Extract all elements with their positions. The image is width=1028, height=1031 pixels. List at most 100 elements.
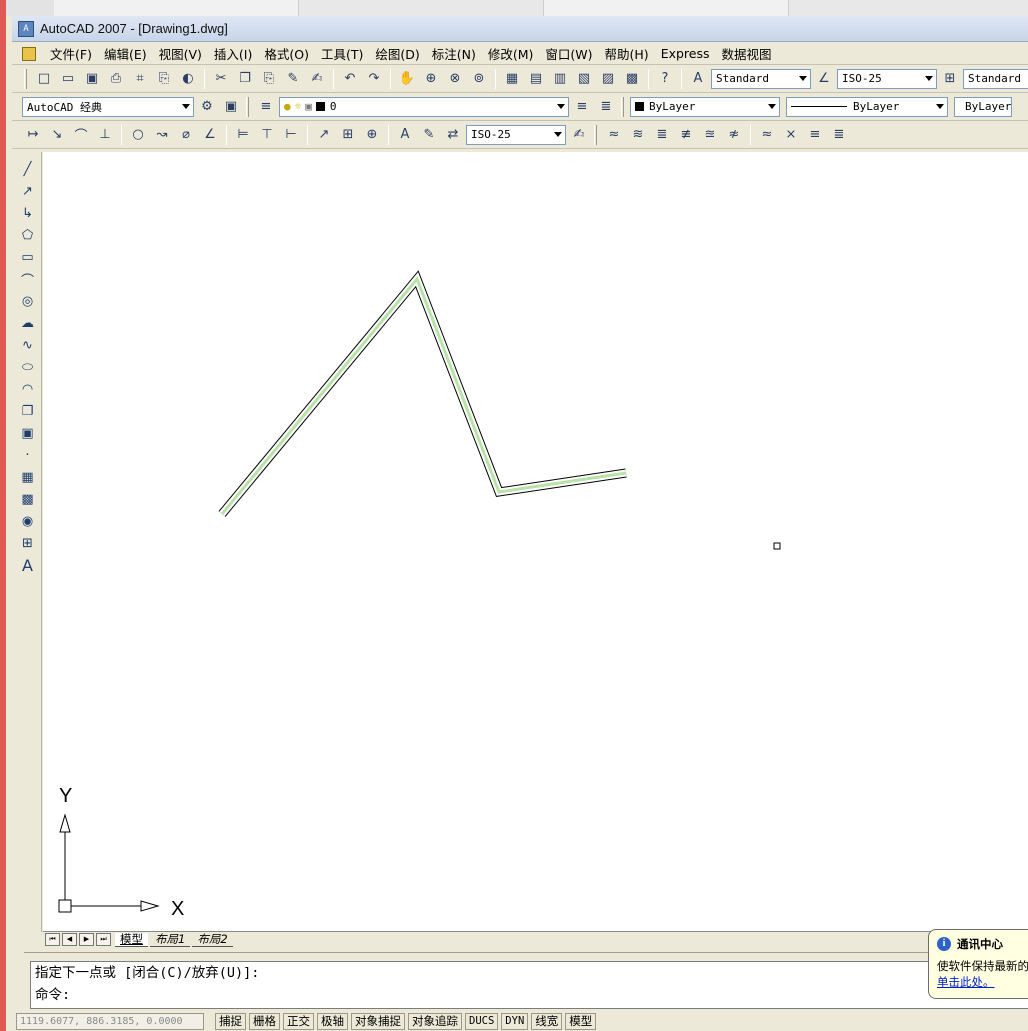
menu-insert[interactable]: 插入(I) — [208, 44, 258, 63]
layer-select[interactable]: ● ☼ ▣ 0 — [279, 96, 569, 117]
spline-icon[interactable]: ∿ — [16, 334, 40, 356]
ortho-toggle[interactable]: 正交 — [283, 1013, 314, 1030]
polygon-icon[interactable]: ⬠ — [16, 224, 40, 246]
layer-off-icon[interactable]: ≊ — [699, 124, 721, 146]
markup-set-icon[interactable]: ▨ — [597, 68, 619, 90]
3d-dwf-icon[interactable]: ◐ — [177, 68, 199, 90]
otrack-toggle[interactable]: 对象追踪 — [408, 1013, 462, 1030]
dimension-update-icon[interactable]: ⇄ — [442, 124, 464, 146]
line-icon[interactable]: ╱ — [16, 158, 40, 180]
angular-dimension-icon[interactable]: ∠ — [199, 124, 221, 146]
tolerance-icon[interactable]: ⊞ — [337, 124, 359, 146]
last-tab-icon[interactable]: ⏭ — [96, 933, 111, 946]
zoom-realtime-icon[interactable]: ⊕ — [420, 68, 442, 90]
linear-dimension-icon[interactable]: ↦ — [22, 124, 44, 146]
save-icon[interactable]: ▣ — [81, 68, 103, 90]
rectangle-icon[interactable]: ▭ — [16, 246, 40, 268]
dimension-style-select[interactable]: ISO-25 — [466, 124, 566, 145]
print-preview-icon[interactable]: ⌗ — [129, 68, 151, 90]
tab-layout2[interactable]: 布局2 — [192, 932, 233, 947]
menu-draw[interactable]: 绘图(D) — [369, 44, 425, 63]
hatch-icon[interactable]: ▦ — [16, 466, 40, 488]
table-icon[interactable]: ⊞ — [16, 532, 40, 554]
tool-palettes-icon[interactable]: ▥ — [549, 68, 571, 90]
table-style-select[interactable]: Standard — [963, 68, 1028, 89]
layer-previous-icon[interactable]: ≣ — [595, 96, 617, 118]
dyn-toggle[interactable]: DYN — [501, 1013, 529, 1030]
workspace-settings-icon[interactable]: ⚙ — [196, 96, 218, 118]
calculator-icon[interactable]: ▩ — [621, 68, 643, 90]
layer-match-icon[interactable]: ≋ — [627, 124, 649, 146]
point-icon[interactable]: · — [16, 444, 40, 466]
layer-lock-icon[interactable]: ≈ — [756, 124, 778, 146]
properties-icon[interactable]: ▦ — [501, 68, 523, 90]
continue-dimension-icon[interactable]: ⊢ — [280, 124, 302, 146]
new-file-icon[interactable]: □ — [33, 68, 55, 90]
color-select[interactable]: ByLayer — [630, 96, 780, 117]
layer-unlock-icon[interactable]: ⨯ — [780, 124, 802, 146]
cut-icon[interactable]: ✂ — [210, 68, 232, 90]
polyline-wide[interactable] — [218, 270, 627, 517]
layer-manager-icon[interactable]: ≡ — [255, 96, 277, 118]
ducs-toggle[interactable]: DUCS — [465, 1013, 499, 1030]
diameter-dimension-icon[interactable]: ⌀ — [175, 124, 197, 146]
tab-layout1[interactable]: 布局1 — [150, 932, 191, 947]
jogged-dimension-icon[interactable]: ↝ — [151, 124, 173, 146]
arc-icon[interactable]: ⌒ — [16, 268, 40, 290]
layer-isolate-icon[interactable]: ≢ — [675, 124, 697, 146]
circle-icon[interactable]: ◎ — [16, 290, 40, 312]
redo-icon[interactable]: ↷ — [363, 68, 385, 90]
copy-icon[interactable]: ❐ — [234, 68, 256, 90]
ordinate-dimension-icon[interactable]: ⊥ — [94, 124, 116, 146]
construction-line-icon[interactable]: ↗ — [16, 180, 40, 202]
tab-model[interactable]: 模型 — [115, 932, 148, 947]
model-space-toggle[interactable]: 模型 — [565, 1013, 597, 1030]
insert-block-icon[interactable]: ❐ — [16, 400, 40, 422]
multiline-text-icon[interactable]: A — [16, 554, 40, 576]
dim-style-select[interactable]: ISO-25 — [837, 68, 937, 89]
menu-data-view[interactable]: 数据视图 — [716, 44, 778, 63]
menu-format[interactable]: 格式(O) — [258, 44, 315, 63]
menu-dimension[interactable]: 标注(N) — [426, 44, 482, 63]
polar-toggle[interactable]: 极轴 — [317, 1013, 348, 1030]
zoom-window-icon[interactable]: ⊗ — [444, 68, 466, 90]
menu-express[interactable]: Express — [655, 46, 716, 61]
arc-length-icon[interactable]: ⌒ — [70, 124, 92, 146]
print-icon[interactable]: ⎙ — [105, 68, 127, 90]
layer-freeze-icon[interactable]: ≉ — [723, 124, 745, 146]
linetype-select[interactable]: ByLayer — [786, 96, 948, 117]
lineweight-select[interactable]: ByLayer — [954, 96, 1012, 117]
snap-toggle[interactable]: 捕捉 — [215, 1013, 246, 1030]
quick-dimension-icon[interactable]: ⊨ — [232, 124, 254, 146]
text-style-select[interactable]: Standard — [711, 68, 811, 89]
block-editor-icon[interactable]: ✍ — [306, 68, 328, 90]
undo-icon[interactable]: ↶ — [339, 68, 361, 90]
ellipse-icon[interactable]: ⬭ — [16, 356, 40, 378]
baseline-dimension-icon[interactable]: ⊤ — [256, 124, 278, 146]
pan-icon[interactable]: ✋ — [396, 68, 418, 90]
dimension-style-manager-icon[interactable]: ✍ — [568, 124, 590, 146]
dimension-text-edit-icon[interactable]: ✎ — [418, 124, 440, 146]
toolbar-grip[interactable] — [246, 96, 249, 117]
help-icon[interactable]: ? — [654, 68, 676, 90]
menu-edit[interactable]: 编辑(E) — [98, 44, 153, 63]
toolbar-grip[interactable] — [621, 96, 624, 117]
dim-style-icon[interactable]: ∠ — [813, 68, 835, 90]
menu-view[interactable]: 视图(V) — [153, 44, 208, 63]
layer-delete-icon[interactable]: ≣ — [828, 124, 850, 146]
next-tab-icon[interactable]: ▶ — [79, 933, 94, 946]
publish-icon[interactable]: ⎘ — [153, 68, 175, 90]
gradient-icon[interactable]: ▩ — [16, 488, 40, 510]
sheet-set-icon[interactable]: ▧ — [573, 68, 595, 90]
lineweight-toggle[interactable]: 线宽 — [531, 1013, 563, 1030]
osnap-toggle[interactable]: 对象捕捉 — [351, 1013, 405, 1030]
command-history[interactable]: 指定下一点或 [闭合(C)/放弃(U)]: 命令: — [30, 961, 1028, 1009]
menu-tools[interactable]: 工具(T) — [315, 44, 369, 63]
revision-cloud-icon[interactable]: ☁ — [16, 312, 40, 334]
ellipse-arc-icon[interactable]: ◠ — [16, 378, 40, 400]
aligned-dimension-icon[interactable]: ↘ — [46, 124, 68, 146]
balloon-link[interactable]: 单击此处。 — [937, 974, 1028, 990]
dimension-edit-icon[interactable]: A — [394, 124, 416, 146]
menu-window[interactable]: 窗口(W) — [539, 44, 598, 63]
center-mark-icon[interactable]: ⊕ — [361, 124, 383, 146]
